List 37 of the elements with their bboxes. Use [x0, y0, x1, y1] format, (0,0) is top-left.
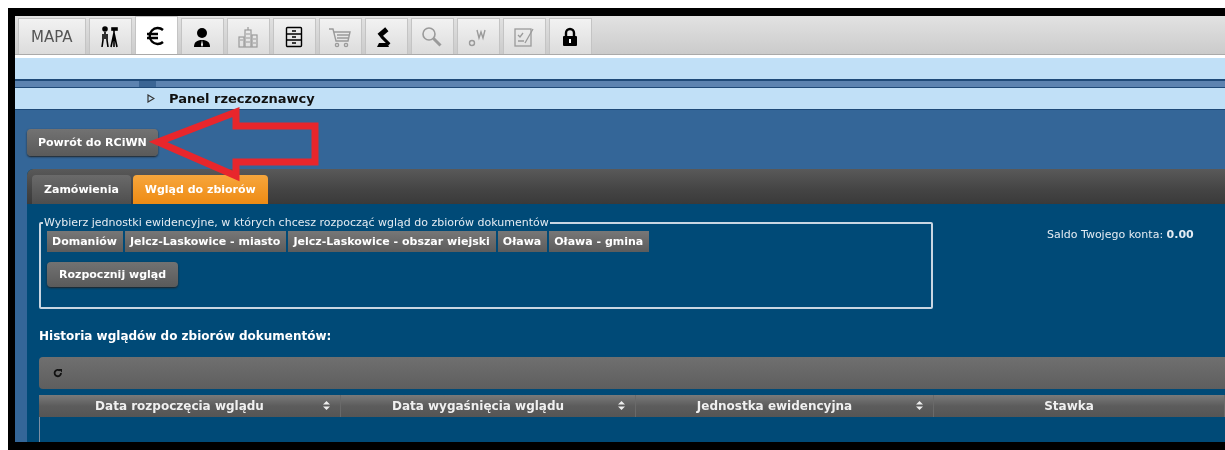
toolbar-tab[interactable]	[88, 18, 132, 54]
cart-icon	[328, 25, 353, 48]
history-title: Historia wglądów do zbiorów dokumentów:	[39, 329, 333, 343]
toolbar-tab[interactable]	[548, 18, 592, 54]
toolbar-tab[interactable]	[180, 18, 224, 54]
unit-picker-legend: Wybierz jednostki ewidencyjne, w których chcesz rozpocząć wgląd do zbiorów dokumentów	[43, 216, 550, 229]
unit-chip[interactable]: Jelcz-Laskowice - miasto	[124, 231, 287, 252]
sort-icon[interactable]	[618, 401, 625, 410]
panel-tab[interactable]: Zamówienia	[32, 175, 131, 204]
unit-chip[interactable]: Oława - gmina	[549, 231, 650, 252]
column-header[interactable]: Data rozpoczęcia wglądu	[39, 395, 341, 417]
checklist-icon	[513, 25, 536, 48]
toolbar-tab[interactable]	[364, 18, 408, 54]
toolbar-tab[interactable]	[134, 16, 178, 54]
toolbar-tab[interactable]	[272, 18, 316, 54]
breadcrumb-title: Panel rzeczoznawcy	[169, 91, 315, 106]
map-tab[interactable]: MAPA	[18, 18, 86, 54]
surveyor-icon	[100, 25, 121, 48]
column-header[interactable]: Data wygaśnięcia wglądu	[341, 395, 636, 417]
lock-icon	[562, 26, 579, 47]
unit-chip[interactable]: Domaniów	[47, 231, 123, 252]
cabinet-icon	[285, 25, 304, 48]
rule-notch	[139, 81, 156, 87]
refresh-icon[interactable]	[53, 368, 63, 378]
unit-chip[interactable]: Jelcz-Laskowice - obszar wiejski	[288, 231, 496, 252]
column-header[interactable]: Jednostka ewidencyjna	[636, 395, 934, 417]
buildings-icon	[237, 25, 260, 48]
account-balance: Saldo Twojego konta: 0.00	[1047, 228, 1194, 243]
sort-icon[interactable]	[323, 401, 330, 410]
start-button[interactable]: Rozpocznij wgląd	[47, 262, 179, 287]
column-header[interactable]: Stawka	[934, 395, 1225, 417]
person-icon	[192, 25, 213, 48]
unit-chip[interactable]: Oława	[497, 231, 548, 252]
search-icon	[421, 25, 444, 48]
sort-icon[interactable]	[916, 401, 923, 410]
back-button[interactable]: Powrót do RCiWN	[27, 129, 158, 156]
expand-triangle-icon[interactable]	[147, 94, 155, 103]
